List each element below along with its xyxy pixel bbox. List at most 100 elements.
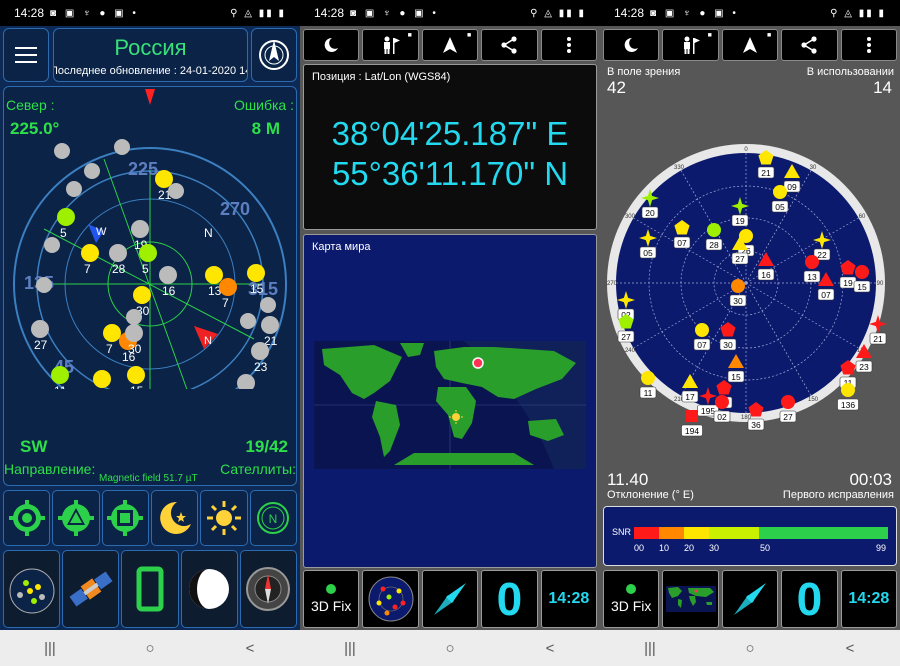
deviation-value: 11.40 [607, 470, 649, 489]
sky-tick-label: 90 [877, 281, 884, 287]
satellite-id: 07 [677, 238, 687, 248]
back-button[interactable]: < [530, 640, 570, 657]
person-flag-icon [383, 36, 400, 54]
satellite-id: 28 [709, 240, 719, 250]
country-name: Россия [114, 35, 187, 60]
sky-tick-label: 330 [674, 165, 685, 171]
satellite-marker [126, 309, 142, 325]
satellite-marker [36, 277, 52, 293]
day-mode-button[interactable] [200, 490, 248, 546]
location-title: Россия Последнее обновление : 24-01-2020… [53, 28, 248, 82]
radar-view-button[interactable] [3, 550, 61, 628]
satellite-compass-radar[interactable]: N W N 225 270 315 135 45 215728195161315… [4, 89, 298, 389]
digital-zero-tile[interactable]: 0 [781, 570, 838, 628]
screen-position: 14:28 ◙ ▣ ♆ ● ▣ • ⚲ ◬ ▮▮ ▮ ■ ■ Позиция:… [300, 0, 600, 666]
satellite-id: 27 [34, 338, 48, 352]
night-toggle-button[interactable] [603, 29, 660, 61]
menu-button[interactable] [3, 28, 49, 82]
top-bar: Россия Последнее обновление : 24-01-2020… [0, 26, 300, 84]
share-location-button[interactable]: ■ [362, 29, 419, 61]
sun-icon [206, 501, 241, 535]
satellite-id: 17 [685, 392, 695, 402]
satellite-info-button[interactable] [62, 550, 120, 628]
compass-dial-icon [246, 567, 291, 611]
satellite-id: 15 [130, 384, 144, 389]
snr-tick: 30 [709, 543, 720, 553]
compass-label-270: 270 [220, 199, 250, 219]
stop-button[interactable] [101, 490, 149, 546]
clock-tile[interactable]: 14:28 [540, 570, 598, 628]
snr-legend: SNR 00 10 20 30 50 99 [603, 506, 897, 566]
sky-radar-icon [368, 576, 414, 622]
fix-status: 3D Fix [610, 598, 652, 614]
sky-thumbnail-tile[interactable] [362, 570, 419, 628]
compass-tile[interactable] [421, 570, 479, 628]
sky-view-radar[interactable]: 0306090120150180210240270300330 21090520… [600, 140, 900, 440]
status-bar: 14:28 ◙ ▣ ♆ ● ▣ • ⚲ ◬ ▮▮ ▮ [0, 0, 300, 26]
locate-button[interactable] [3, 490, 51, 546]
navigation-button[interactable]: ■ [421, 29, 479, 61]
snr-tick: 00 [634, 543, 645, 553]
sky-tick-label: 240 [625, 348, 636, 354]
hamburger-icon [15, 47, 37, 49]
satellite-id: 7 [106, 342, 113, 356]
sky-satellite-marker [695, 323, 709, 337]
satellite-id: 7 [84, 262, 91, 276]
night-mode-button[interactable] [150, 490, 199, 546]
back-button[interactable]: < [830, 640, 870, 657]
map-thumbnail-tile[interactable] [662, 570, 719, 628]
world-map[interactable] [314, 341, 586, 469]
more-vertical-icon [866, 37, 871, 53]
sky-satellite-marker [715, 395, 729, 409]
more-vertical-icon [566, 37, 571, 53]
navigation-button[interactable]: ■ [721, 29, 779, 61]
back-button[interactable]: < [230, 640, 270, 657]
satellite-id: 15 [250, 282, 264, 296]
satellite-id: 21 [873, 334, 883, 344]
share-location-button[interactable]: ■ [662, 29, 719, 61]
status-tiles: 3D Fix 0 14:28 [303, 570, 598, 628]
snr-tick: 50 [760, 543, 771, 553]
sky-tick-label: 300 [625, 214, 636, 220]
satellite-count: 19/42 [245, 437, 288, 456]
navigate-button[interactable] [52, 490, 100, 546]
clock-tile[interactable]: 14:28 [840, 570, 898, 628]
compass-rose-icon [259, 40, 289, 70]
recents-button[interactable]: ||| [630, 640, 670, 657]
clock-value: 14:28 [548, 590, 590, 607]
recents-button[interactable]: ||| [30, 640, 70, 657]
home-button[interactable]: ○ [430, 640, 470, 657]
share-button[interactable] [481, 29, 538, 61]
digital-zero: 0 [496, 573, 523, 625]
overflow-menu-button[interactable] [840, 29, 898, 61]
satellite-marker [205, 266, 223, 284]
recents-button[interactable]: ||| [330, 640, 370, 657]
satellite-id: 05 [643, 248, 653, 258]
compass-tile[interactable] [721, 570, 779, 628]
share-button[interactable] [781, 29, 838, 61]
digital-zero-tile[interactable]: 0 [481, 570, 538, 628]
satellite-marker [240, 313, 256, 329]
home-button[interactable]: ○ [130, 640, 170, 657]
fix-status-tile[interactable]: 3D Fix [303, 570, 360, 628]
overflow-menu-button[interactable] [540, 29, 598, 61]
home-button[interactable]: ○ [730, 640, 770, 657]
satellite-id: 7 [222, 296, 229, 310]
compass-view-button[interactable] [239, 550, 298, 628]
satellite-marker [261, 316, 279, 334]
satellite-id: 27 [735, 254, 745, 264]
in-use-value: 14 [873, 78, 892, 97]
satellite-id: 19 [843, 278, 853, 288]
magnetic-field: Magnetic field 51.7 µT [99, 473, 198, 484]
night-toggle-button[interactable] [303, 29, 360, 61]
satellite-marker [133, 286, 151, 304]
satellite-id: 11 [54, 384, 67, 389]
status-icons: ◙ ▣ ♆ ● ▣ • [50, 7, 139, 19]
moon-phase-button[interactable] [180, 550, 238, 628]
north-button[interactable]: N [249, 490, 297, 546]
arrow-up-icon [743, 37, 758, 53]
fix-status-tile[interactable]: 3D Fix [603, 570, 660, 628]
digital-readout-button[interactable] [121, 550, 179, 628]
satellite-marker [155, 170, 173, 188]
compass-mode-button[interactable] [251, 28, 297, 82]
